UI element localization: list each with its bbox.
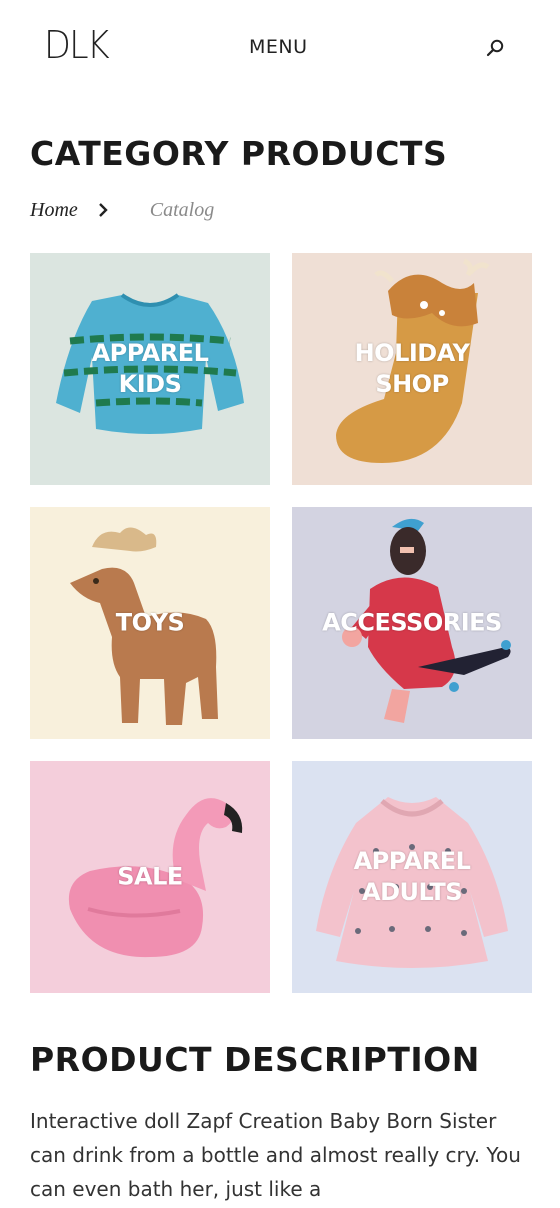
search-icon[interactable] xyxy=(484,37,506,59)
product-description-text: Interactive doll Zapf Creation Baby Born… xyxy=(30,1109,521,1201)
site-header: DLK MENU xyxy=(0,0,560,96)
breadcrumb: Home Catalog xyxy=(30,196,214,224)
category-tile-toys[interactable]: TOYS xyxy=(30,507,270,739)
category-label: ACCESSORIES xyxy=(322,608,502,637)
category-tile-apparel-kids[interactable]: APPAREL KIDS xyxy=(30,253,270,485)
chevron-right-icon xyxy=(78,202,128,218)
breadcrumb-current: Catalog xyxy=(149,198,215,221)
category-label: APPAREL KIDS xyxy=(91,339,209,398)
product-description-title: PRODUCT DESCRIPTION xyxy=(30,1040,480,1079)
category-tile-apparel-adults[interactable]: APPAREL ADULTS xyxy=(292,761,532,993)
category-label: HOLIDAY SHOP xyxy=(354,339,470,398)
menu-button[interactable]: MENU xyxy=(249,36,308,58)
category-tile-sale[interactable]: SALE xyxy=(30,761,270,993)
category-label: APPAREL ADULTS xyxy=(353,847,471,906)
logo[interactable]: DLK xyxy=(44,26,110,64)
page-title: CATEGORY PRODUCTS xyxy=(30,134,448,173)
category-label: TOYS xyxy=(115,608,185,637)
breadcrumb-home-link[interactable]: Home xyxy=(30,199,78,222)
category-tile-accessories[interactable]: ACCESSORIES xyxy=(292,507,532,739)
category-tile-holiday-shop[interactable]: HOLIDAY SHOP xyxy=(292,253,532,485)
category-label: SALE xyxy=(117,862,183,891)
